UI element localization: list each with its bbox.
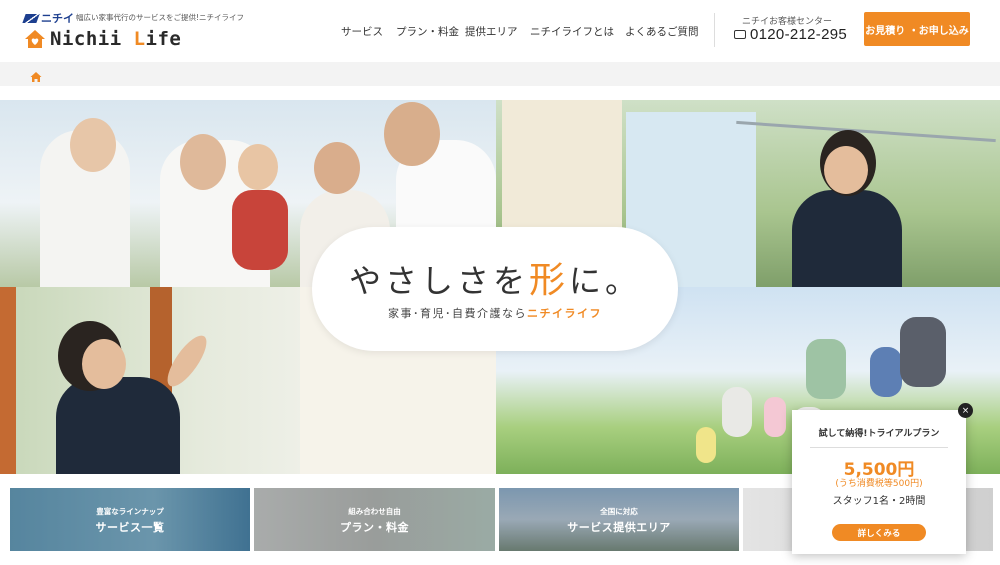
nav-plans[interactable]: プラン・料金: [396, 24, 459, 39]
popup-title: 試して納得!トライアルプラン: [818, 429, 940, 439]
nichii-logo-small: ニチイ: [22, 10, 74, 26]
site-header: ニチイ 幅広い家事代行のサービスをご提供!ニチイライフ Nichii Life …: [0, 0, 1000, 62]
logo-wordmark: Nichii Life: [50, 28, 181, 50]
nav-faq[interactable]: よくあるご質問: [625, 24, 699, 39]
hero-catchcopy: やさしさを形に。 家事･育児･自費介護ならニチイライフ: [312, 227, 678, 351]
close-icon[interactable]: ×: [958, 403, 973, 418]
card-area[interactable]: 全国に対応 サービス提供エリア: [499, 488, 739, 551]
card-service-list-small: 豊富なラインナップ: [96, 507, 164, 516]
nav-services[interactable]: サービス: [341, 24, 383, 39]
logo-letter-l: L: [133, 28, 146, 50]
hero-title-part-a: やさしさを: [348, 262, 529, 300]
header-divider: [714, 13, 715, 47]
logo-main: Nichii Life: [24, 28, 181, 50]
hero-sub-part-a: 家事･育児･自費介護なら: [388, 307, 527, 320]
brand-small-text: ニチイ: [41, 12, 74, 25]
tel-number[interactable]: 0120-212-295: [750, 26, 847, 43]
card-plans-title: プラン・料金: [340, 521, 409, 534]
trial-plan-popup: 試して納得!トライアルプラン 5,500円 (うち消費税等500円) スタッフ1…: [792, 410, 966, 554]
card-service-list-title: サービス一覧: [95, 521, 165, 534]
logo-word-nichii: Nichii: [50, 28, 134, 50]
hero-sub-accent: ニチイライフ: [527, 307, 602, 320]
popup-tax: (うち消費税等500円): [835, 479, 923, 489]
nav-about[interactable]: ニチイライフとは: [530, 24, 614, 39]
estimate-apply-button[interactable]: お見積り ・お申し込み: [864, 12, 970, 46]
logo-tagline: 幅広い家事代行のサービスをご提供!ニチイライフ: [76, 13, 245, 22]
popup-details-button[interactable]: 詳しくみる: [832, 524, 926, 541]
nichii-mark-icon: [22, 13, 40, 23]
hero-title: やさしさを形に。: [312, 251, 678, 303]
popup-staff: スタッフ1名・2時間: [832, 496, 926, 507]
home-icon[interactable]: [30, 68, 42, 82]
free-dial-icon: [734, 30, 746, 39]
popup-divider: [810, 447, 948, 448]
site-logo[interactable]: ニチイ 幅広い家事代行のサービスをご提供!ニチイライフ Nichii Life: [22, 10, 245, 54]
card-plans-small: 組み合わせ自由: [348, 507, 401, 516]
card-service-list[interactable]: 豊富なラインナップ サービス一覧: [10, 488, 250, 551]
nav-area[interactable]: 提供エリア: [465, 24, 518, 39]
card-plans[interactable]: 組み合わせ自由 プラン・料金: [254, 488, 495, 551]
breadcrumb: [0, 62, 1000, 86]
hero-title-accent: 形: [528, 260, 569, 301]
card-area-title: サービス提供エリア: [567, 521, 671, 534]
hero-title-part-b: に。: [569, 262, 642, 300]
logo-word-ife: ife: [145, 28, 182, 50]
card-area-small: 全国に対応: [600, 507, 638, 516]
tel-row[interactable]: 0120-212-295: [734, 26, 847, 43]
house-heart-icon: [24, 28, 46, 50]
hero-subtitle: 家事･育児･自費介護ならニチイライフ: [312, 305, 678, 321]
